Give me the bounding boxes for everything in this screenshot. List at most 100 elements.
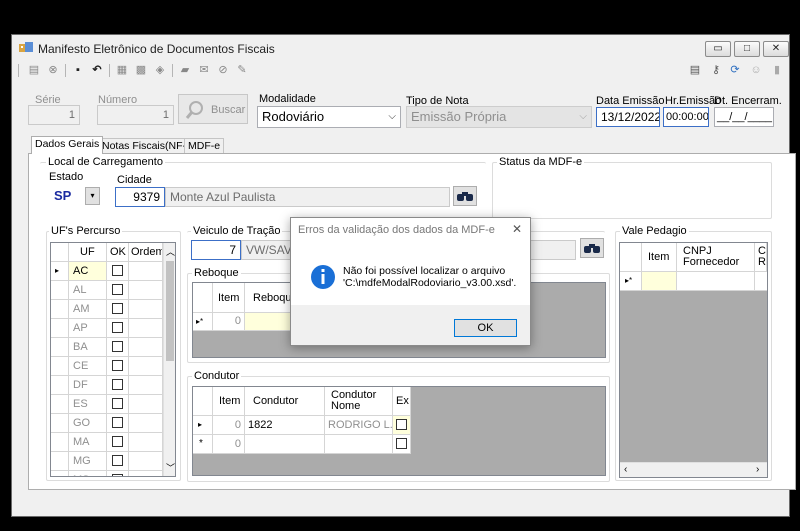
condutor-item-cell[interactable]: 0 <box>213 416 245 435</box>
condutor-grid[interactable]: Item Condutor Condutor Nome Ex ▸ 0 1822 … <box>192 386 606 476</box>
uf-cell[interactable]: AC <box>69 262 107 281</box>
buscar-button[interactable]: Buscar <box>178 94 248 124</box>
uf-cell[interactable]: AM <box>69 300 107 319</box>
data-emissao-field[interactable]: 13/12/2022 <box>596 107 660 127</box>
uf-cell[interactable]: BA <box>69 338 107 357</box>
uf-ok-checkbox[interactable] <box>112 455 123 466</box>
condutor-cell[interactable]: 1822 <box>245 416 325 435</box>
dt-encerr-field[interactable]: __/__/____ <box>714 107 774 127</box>
ufs-grid[interactable]: UF OK Ordem ▸ACALAMAPBACEDFESGOMAMGMS ︿ … <box>50 242 176 477</box>
uf-cell[interactable]: MG <box>69 452 107 471</box>
uf-ok-checkbox[interactable] <box>112 303 123 314</box>
new-row-marker[interactable]: ▸* <box>620 272 642 291</box>
ordem-cell[interactable] <box>129 262 163 281</box>
undo-icon[interactable]: ↶ <box>90 63 104 77</box>
uf-cell[interactable]: MA <box>69 433 107 452</box>
item-column-header[interactable]: Item <box>213 387 245 416</box>
uf-ok-checkbox[interactable] <box>112 322 123 333</box>
uf-cell[interactable]: CE <box>69 357 107 376</box>
uf-row-header[interactable] <box>51 300 69 319</box>
uf-ok-checkbox[interactable] <box>112 284 123 295</box>
ordem-cell[interactable] <box>129 281 163 300</box>
ok-cell[interactable] <box>107 452 129 471</box>
cancel-icon[interactable]: ⊗ <box>46 63 60 77</box>
uf-row-header[interactable] <box>51 414 69 433</box>
ordem-cell[interactable] <box>129 338 163 357</box>
uf-ok-checkbox[interactable] <box>112 417 123 428</box>
vale-cnpj-cell[interactable] <box>677 272 755 291</box>
veiculo-search-button[interactable] <box>580 238 604 258</box>
ok-cell[interactable] <box>107 395 129 414</box>
scroll-left-icon[interactable]: ‹ <box>624 464 627 475</box>
uf-cell[interactable]: DF <box>69 376 107 395</box>
refresh-icon[interactable]: ⟳ <box>728 63 742 77</box>
scroll-up-icon[interactable]: ︿ <box>166 245 175 258</box>
ordem-cell[interactable] <box>129 357 163 376</box>
report-icon[interactable]: ▤ <box>688 63 702 77</box>
ok-cell[interactable] <box>107 376 129 395</box>
scroll-thumb[interactable] <box>166 261 174 361</box>
ok-cell[interactable] <box>107 319 129 338</box>
uf-ok-checkbox[interactable] <box>112 474 123 476</box>
uf-cell[interactable]: AL <box>69 281 107 300</box>
uf-row-header[interactable] <box>51 376 69 395</box>
ordem-cell[interactable] <box>129 319 163 338</box>
ordem-cell[interactable] <box>129 376 163 395</box>
uf-cell[interactable]: AP <box>69 319 107 338</box>
uf-cell[interactable]: ES <box>69 395 107 414</box>
vale-item-cell[interactable] <box>642 272 677 291</box>
ok-cell[interactable] <box>107 262 129 281</box>
new-doc-icon[interactable]: ▤ <box>27 63 41 77</box>
ok-cell[interactable] <box>107 338 129 357</box>
item-column-header[interactable]: Item <box>213 283 245 313</box>
edit-icon[interactable]: ✎ <box>235 63 249 77</box>
vale-hscrollbar[interactable]: ‹ › <box>620 462 767 477</box>
ok-cell[interactable] <box>107 281 129 300</box>
estado-dropdown-button[interactable]: ▾ <box>85 187 100 205</box>
user-icon[interactable]: ☺ <box>749 63 763 77</box>
uf-row-header[interactable] <box>51 395 69 414</box>
uf-cell[interactable]: MS <box>69 471 107 476</box>
ordem-cell[interactable] <box>129 433 163 452</box>
uf-ok-checkbox[interactable] <box>112 436 123 447</box>
ok-cell[interactable] <box>107 433 129 452</box>
ok-cell[interactable] <box>107 300 129 319</box>
estado-value[interactable]: SP <box>54 188 71 203</box>
ex-checkbox[interactable] <box>396 419 407 430</box>
current-row-marker[interactable]: ▸ <box>193 416 213 435</box>
key-icon[interactable]: ⚷ <box>709 63 723 77</box>
extra-column-header[interactable]: C R <box>755 243 767 272</box>
block-icon[interactable]: ⊘ <box>216 63 230 77</box>
uf-row-header[interactable] <box>51 338 69 357</box>
ordem-cell[interactable] <box>129 452 163 471</box>
scroll-right-icon[interactable]: › <box>756 464 759 475</box>
condutor-nome-column-header[interactable]: Condutor Nome <box>325 387 393 416</box>
new-row-marker[interactable]: ▸* <box>193 313 213 331</box>
uf-row-header[interactable] <box>51 433 69 452</box>
ordem-column-header[interactable]: Ordem <box>129 243 163 262</box>
uf-row-header[interactable] <box>51 471 69 476</box>
new-row-marker[interactable]: * <box>193 435 213 454</box>
dialog-close-button[interactable]: ✕ <box>512 222 522 236</box>
uf-row-header[interactable]: ▸ <box>51 262 69 281</box>
condutor-nome-cell[interactable] <box>325 435 393 454</box>
ok-cell[interactable] <box>107 357 129 376</box>
reboque-item-cell[interactable]: 0 <box>213 313 245 331</box>
print-preview-icon[interactable]: ▦ <box>115 63 129 77</box>
uf-row-header[interactable] <box>51 319 69 338</box>
veiculo-code-field[interactable]: 7 <box>191 240 241 260</box>
uf-ok-checkbox[interactable] <box>112 379 123 390</box>
ordem-cell[interactable] <box>129 395 163 414</box>
close-button[interactable]: ✕ <box>763 41 789 57</box>
vale-extra-cell[interactable] <box>755 272 767 291</box>
numero-field[interactable]: 1 <box>97 105 174 125</box>
email-icon[interactable]: ✉ <box>197 63 211 77</box>
export-icon[interactable]: ▩ <box>134 63 148 77</box>
tab-mdfe[interactable]: MDF-e <box>184 138 225 154</box>
ok-column-header[interactable]: OK <box>107 243 129 262</box>
uf-row-header[interactable] <box>51 357 69 376</box>
modalidade-select[interactable]: Rodoviário ⌵ <box>257 106 401 128</box>
car-icon[interactable]: ▰ <box>178 63 192 77</box>
ufs-scrollbar[interactable]: ︿ ﹀ <box>163 243 175 476</box>
cidade-search-button[interactable] <box>453 186 477 206</box>
